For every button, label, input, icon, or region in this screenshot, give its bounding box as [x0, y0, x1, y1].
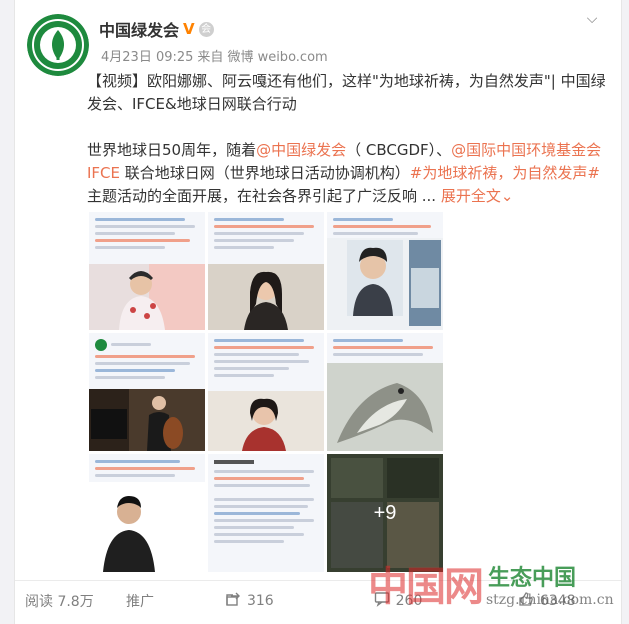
repost-button[interactable]: 316 [175, 591, 324, 611]
read-count: 阅读 7.8万 [25, 593, 94, 610]
comment-count: 260 [395, 592, 423, 609]
author-name[interactable]: 中国绿发会 [99, 17, 179, 41]
hashtag-link[interactable]: #为地球祈祷，为自然发声# [410, 164, 600, 182]
text-span: 世界地球日50周年，随着 [87, 141, 257, 159]
image-thumbnail[interactable] [208, 212, 324, 330]
comment-icon [374, 591, 390, 611]
weibo-post-card: ⌵ 中国绿发会 V 会 4月23日 09:25 来自 微博 weibo.com … [14, 0, 622, 624]
post-source[interactable]: 微博 weibo.com [227, 46, 327, 65]
source-prefix: 来自 [197, 50, 224, 65]
photo-bird [327, 363, 443, 451]
post-date[interactable]: 4月23日 09:25 [101, 46, 193, 65]
more-images-count[interactable]: +9 [327, 454, 443, 572]
chevron-down-icon[interactable]: ⌄ [501, 187, 514, 205]
text-span: （ CBCGDF）、 [346, 141, 452, 159]
image-thumbnail[interactable] [89, 212, 205, 330]
verified-icon: V [183, 20, 195, 38]
image-thumbnail-more[interactable]: +9 [327, 454, 443, 572]
photo-person [208, 264, 324, 330]
like-count: 6348 [539, 592, 576, 609]
avatar[interactable] [27, 14, 89, 76]
post-paragraph-1: 【视频】欧阳娜娜、阿云嘎还有他们，这样"为地球祈祷，为自然发声"| 中国绿发会、… [87, 72, 606, 113]
vip-icon: 会 [198, 21, 214, 37]
expand-link[interactable]: 展开全文 [441, 187, 501, 205]
chevron-down-icon[interactable]: ⌵ [583, 10, 601, 28]
photo-cello [89, 389, 205, 451]
photo-person [89, 264, 205, 330]
comment-button[interactable]: 260 [324, 591, 473, 611]
text-span: 联合地球日网（世界地球日活动协调机构） [120, 164, 410, 182]
photo-person [89, 482, 205, 572]
post-action-bar: 阅读 7.8万 推广 316 260 6348 [15, 580, 621, 620]
post-paragraph-2: 世界地球日50周年，随着@中国绿发会（ CBCGDF）、@国际中国环境基金会IF… [87, 139, 609, 208]
promote-button[interactable]: 推广 [105, 591, 175, 611]
post-text: 【视频】欧阳娜娜、阿云嘎还有他们，这样"为地球祈祷，为自然发声"| 中国绿发会、… [87, 70, 609, 208]
image-thumbnail[interactable] [327, 333, 443, 451]
image-thumbnail[interactable] [89, 333, 205, 451]
image-thumbnail[interactable] [89, 454, 205, 572]
post-meta: 4月23日 09:25 来自 微博 weibo.com [101, 46, 328, 65]
like-button[interactable]: 6348 [472, 591, 621, 611]
image-thumbnail[interactable] [327, 212, 443, 330]
image-grid: +9 [89, 212, 443, 572]
photo-person [208, 391, 324, 451]
repost-count: 316 [246, 592, 274, 609]
text-span: 主题活动的全面开展，在社会各界引起了广泛反响 ... [87, 187, 441, 205]
repost-icon [225, 591, 241, 611]
image-thumbnail[interactable] [208, 454, 324, 572]
photo-person [327, 238, 443, 330]
like-icon [518, 591, 534, 611]
mention-link[interactable]: @中国绿发会 [256, 141, 346, 159]
image-thumbnail[interactable] [208, 333, 324, 451]
